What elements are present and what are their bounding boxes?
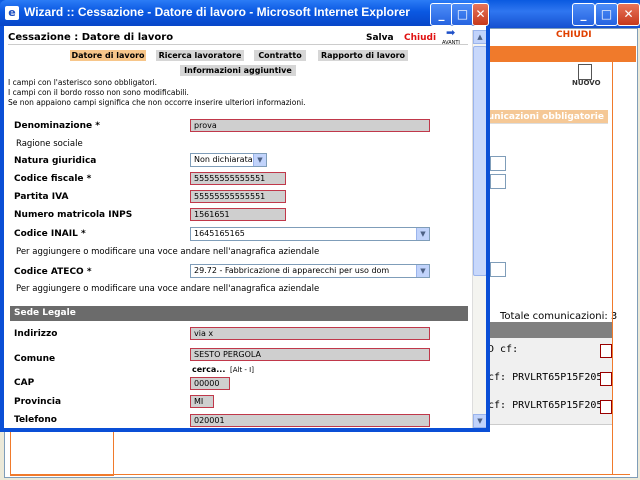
bg-row-text: cf: PRVLRT65P15F205Y bbox=[488, 400, 609, 411]
ragione-sociale-label: Ragione sociale bbox=[16, 139, 83, 149]
ie-icon: e bbox=[5, 6, 19, 20]
provincia-field[interactable]: MI bbox=[190, 395, 214, 408]
new-document-icon[interactable] bbox=[578, 64, 592, 80]
chiudi-button[interactable]: Chiudi bbox=[404, 33, 436, 43]
minimize-button[interactable]: _ bbox=[430, 3, 453, 26]
cap-field[interactable]: 00000 bbox=[190, 377, 230, 390]
denominazione-field[interactable]: prova bbox=[190, 119, 430, 132]
pdf-icon[interactable] bbox=[600, 400, 612, 414]
cap-label: CAP bbox=[14, 378, 35, 388]
bg-divider bbox=[612, 62, 613, 474]
codice-ateco-label: Codice ATECO * bbox=[14, 267, 92, 277]
bg-input-2[interactable] bbox=[490, 174, 506, 189]
bg-maximize-button[interactable]: □ bbox=[595, 3, 618, 26]
bg-comunicazioni-tab[interactable]: municazioni obbligatorie bbox=[478, 110, 608, 124]
section-sede-legale: Sede Legale bbox=[10, 306, 468, 321]
close-button[interactable]: ✕ bbox=[472, 3, 489, 26]
comune-field[interactable]: SESTO PERGOLA bbox=[190, 348, 430, 361]
chevron-down-icon[interactable]: ▼ bbox=[416, 265, 429, 277]
vertical-scrollbar[interactable]: ▲ ▼ bbox=[472, 30, 486, 428]
window-title: Wizard :: Cessazione - Datore di lavoro … bbox=[24, 5, 410, 19]
cerca-comune-link[interactable]: cerca... bbox=[192, 365, 225, 374]
page-title: Cessazione : Datore di lavoro bbox=[8, 32, 174, 43]
indirizzo-field[interactable]: via x bbox=[190, 327, 430, 340]
comune-label: Comune bbox=[14, 354, 56, 364]
wizard-content: Cessazione : Datore di lavoro Salva Chiu… bbox=[4, 26, 486, 428]
natura-giuridica-select[interactable]: Non dichiarata ▼ bbox=[190, 153, 267, 167]
bg-row-text: D cf: bbox=[488, 344, 519, 355]
chevron-down-icon[interactable]: ▼ bbox=[253, 154, 266, 166]
pdf-icon[interactable] bbox=[600, 344, 612, 358]
wizard-titlebar[interactable]: e Wizard :: Cessazione - Datore di lavor… bbox=[0, 0, 490, 26]
matricola-inps-field[interactable]: 1561651 bbox=[190, 208, 286, 221]
bg-minimize-button[interactable]: _ bbox=[572, 3, 595, 26]
maximize-button[interactable]: □ bbox=[451, 3, 474, 26]
tab-ricerca-lavoratore[interactable]: Ricerca lavoratore bbox=[156, 50, 244, 61]
bg-table-header bbox=[488, 322, 612, 338]
denominazione-label: Denominazione * bbox=[14, 121, 100, 131]
note-text: I campi con l'asterisco sono obbligatori… bbox=[8, 78, 158, 87]
tab-contratto[interactable]: Contratto bbox=[254, 50, 306, 61]
bg-divider bbox=[10, 474, 630, 475]
telefono-field[interactable]: 020001 bbox=[190, 414, 430, 427]
arrow-right-icon[interactable]: ➡ bbox=[446, 27, 460, 38]
provincia-label: Provincia bbox=[14, 397, 62, 407]
telefono-label: Telefono bbox=[14, 415, 57, 425]
bg-input-3[interactable] bbox=[490, 262, 506, 277]
table-row: cf: PRVLRT65P15F205Y bbox=[488, 366, 612, 397]
scroll-up-icon[interactable]: ▲ bbox=[473, 30, 486, 44]
avanti-label[interactable]: AVANTI bbox=[442, 40, 460, 46]
bg-orange-bar bbox=[490, 46, 636, 62]
tab-informazioni-aggiuntive[interactable]: Informazioni aggiuntive bbox=[180, 65, 296, 76]
partita-iva-field[interactable]: 55555555555551 bbox=[190, 190, 286, 203]
pdf-icon[interactable] bbox=[600, 372, 612, 386]
scroll-down-icon[interactable]: ▼ bbox=[473, 414, 486, 428]
codice-fiscale-label: Codice fiscale * bbox=[14, 174, 92, 184]
tab-rapporto-di-lavoro[interactable]: Rapporto di lavoro bbox=[318, 50, 408, 61]
bg-row-text: cf: PRVLRT65P15F205Y bbox=[488, 372, 609, 383]
chevron-down-icon[interactable]: ▼ bbox=[416, 228, 429, 240]
matricola-inps-label: Numero matricola INPS bbox=[14, 210, 133, 220]
bg-input-1[interactable] bbox=[490, 156, 506, 171]
wizard-window: e Wizard :: Cessazione - Datore di lavor… bbox=[0, 0, 490, 432]
cerca-shortcut-hint: [Alt - I] bbox=[230, 366, 254, 374]
table-row: cf: PRVLRT65P15F205Y bbox=[488, 394, 612, 425]
partita-iva-label: Partita IVA bbox=[14, 192, 69, 202]
bg-close-button[interactable]: ✕ bbox=[617, 3, 640, 26]
inail-hint: Per aggiungere o modificare una voce and… bbox=[16, 247, 320, 257]
codice-fiscale-field[interactable]: 55555555555551 bbox=[190, 172, 286, 185]
note-text: Se non appaiono campi significa che non … bbox=[8, 98, 306, 107]
scrollbar-thumb[interactable] bbox=[473, 46, 486, 276]
table-row: D cf: bbox=[488, 338, 612, 369]
codice-inail-label: Codice INAIL * bbox=[14, 229, 86, 239]
bg-totale-comunicazioni: Totale comunicazioni: 3 bbox=[500, 311, 618, 322]
bg-chiudi-link[interactable]: CHIUDI bbox=[556, 30, 592, 40]
codice-inail-value: 1645165165 bbox=[194, 229, 245, 238]
indirizzo-label: Indirizzo bbox=[14, 329, 58, 339]
note-text: I campi con il bordo rosso non sono modi… bbox=[8, 88, 189, 97]
codice-ateco-select[interactable]: 29.72 - Fabbricazione di apparecchi per … bbox=[190, 264, 430, 278]
divider bbox=[8, 44, 468, 45]
codice-ateco-value: 29.72 - Fabbricazione di apparecchi per … bbox=[194, 266, 390, 275]
bg-left-box bbox=[10, 428, 114, 476]
ateco-hint: Per aggiungere o modificare una voce and… bbox=[16, 284, 320, 294]
tab-datore-di-lavoro[interactable]: Datore di lavoro bbox=[70, 50, 146, 61]
codice-inail-select[interactable]: 1645165165 ▼ bbox=[190, 227, 430, 241]
natura-giuridica-label: Natura giuridica bbox=[14, 156, 97, 166]
natura-giuridica-value: Non dichiarata bbox=[194, 155, 253, 164]
salva-button[interactable]: Salva bbox=[366, 33, 394, 43]
bg-nuovo-label[interactable]: NUOVO bbox=[572, 79, 601, 87]
